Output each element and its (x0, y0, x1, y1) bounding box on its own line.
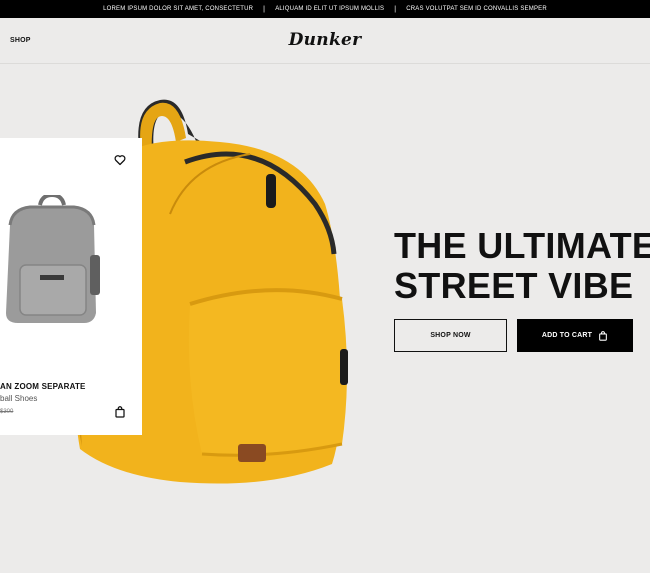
product-name[interactable]: AN ZOOM SEPARATE (0, 382, 86, 391)
announcement-separator: | (394, 5, 397, 13)
brand-logo[interactable]: Dunker (0, 30, 650, 50)
site-header: SHOP Dunker (0, 18, 650, 64)
announcement-separator: | (263, 5, 266, 13)
product-subtitle: ball Shoes (0, 394, 38, 403)
heart-icon[interactable] (114, 154, 126, 166)
hero-headline: THE ULTIMATE STREET VIBE (394, 225, 650, 306)
announcement-item: ALIQUAM ID ELIT UT IPSUM MOLLIS (275, 6, 385, 12)
add-to-cart-label: ADD TO CART (541, 332, 593, 339)
hero-headline-line: STREET VIBE (394, 265, 634, 306)
shop-now-label: SHOP NOW (430, 332, 471, 339)
announcement-item: LOREM IPSUM DOLOR SIT AMET, CONSECTETUR (103, 6, 254, 12)
shopping-bag-icon (599, 330, 607, 341)
announcement-bar: LOREM IPSUM DOLOR SIT AMET, CONSECTETUR … (0, 0, 650, 18)
product-price: $300 (0, 409, 14, 415)
shop-now-button[interactable]: SHOP NOW (394, 319, 507, 352)
product-backpack-image (6, 195, 100, 323)
shopping-bag-icon[interactable] (114, 406, 126, 418)
announcement-item: CRAS VOLUTPAT SEM ID CONVALLIS SEMPER (406, 6, 547, 12)
add-to-cart-button[interactable]: ADD TO CART (517, 319, 633, 352)
hero-headline-line: THE ULTIMATE (394, 225, 650, 266)
